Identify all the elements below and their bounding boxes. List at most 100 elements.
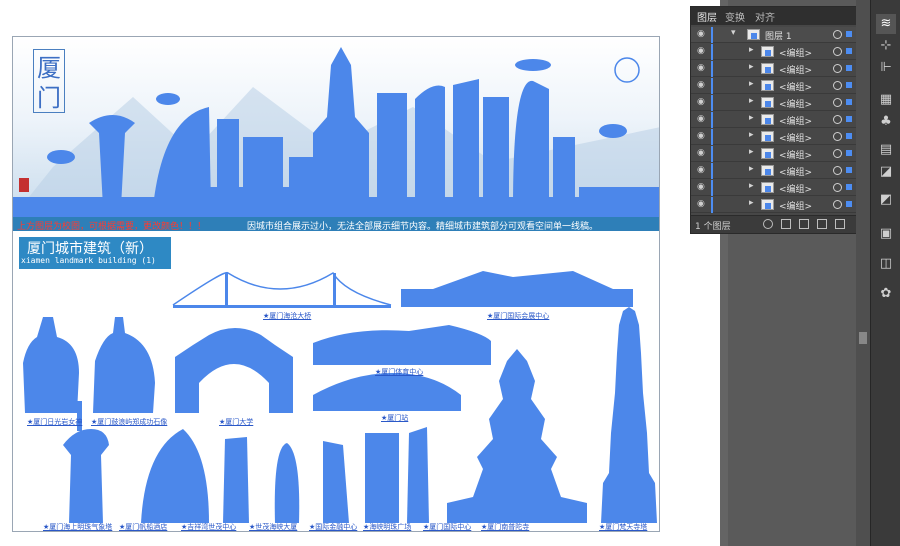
layer-row[interactable]: ◉ ▸ <编组>: [691, 197, 857, 213]
expand-arrow-icon[interactable]: ▸: [749, 45, 754, 55]
label-sunlight-rock: ★厦门日光岩女神: [27, 418, 83, 426]
pathfinder-icon[interactable]: ◪: [876, 162, 896, 182]
expand-arrow-icon[interactable]: ▸: [749, 62, 754, 72]
expand-arrow-icon[interactable]: ▸: [749, 147, 754, 157]
visibility-eye-icon[interactable]: ◉: [697, 182, 705, 192]
tab-transform[interactable]: 变换: [725, 9, 745, 24]
label-xiamen-station: ★厦门站: [381, 414, 409, 422]
zheng-chenggong-drawing: [93, 317, 155, 413]
layer-name[interactable]: <编组>: [779, 199, 812, 212]
appearance-icon[interactable]: ◫: [876, 254, 896, 274]
selection-square-icon[interactable]: [846, 116, 852, 122]
sports-center-drawing: [313, 325, 491, 365]
visibility-eye-icon[interactable]: ◉: [697, 199, 705, 209]
tab-layers[interactable]: 图层: [697, 9, 717, 24]
landmark-drawings[interactable]: [13, 233, 660, 532]
selection-square-icon[interactable]: [846, 150, 852, 156]
expand-arrow-icon[interactable]: ▸: [749, 79, 754, 89]
target-circle-icon[interactable]: [833, 98, 842, 107]
selection-square-icon[interactable]: [846, 167, 852, 173]
stroke-icon[interactable]: ◩: [876, 190, 896, 210]
expand-arrow-icon[interactable]: ▸: [749, 113, 754, 123]
layer-row[interactable]: ◉ ▸ <编组>: [691, 180, 857, 196]
target-circle-icon[interactable]: [833, 30, 842, 39]
target-circle-icon[interactable]: [833, 166, 842, 175]
layer-name[interactable]: 图层 1: [765, 29, 792, 42]
selection-square-icon[interactable]: [846, 99, 852, 105]
transform-icon[interactable]: ⊹: [876, 36, 896, 56]
visibility-eye-icon[interactable]: ◉: [697, 63, 705, 73]
layer-name[interactable]: <编组>: [779, 114, 812, 127]
selection-square-icon[interactable]: [846, 201, 852, 207]
new-sublayer-icon[interactable]: [799, 219, 809, 229]
gradient-icon[interactable]: ▣: [876, 224, 896, 244]
target-circle-icon[interactable]: [833, 149, 842, 158]
visibility-eye-icon[interactable]: ◉: [697, 80, 705, 90]
layer-row[interactable]: ◉ ▸ <编组>: [691, 112, 857, 128]
target-circle-icon[interactable]: [833, 183, 842, 192]
visibility-eye-icon[interactable]: ◉: [697, 29, 705, 39]
layer-name[interactable]: <编组>: [779, 97, 812, 110]
vertical-scrollbar[interactable]: [856, 0, 870, 546]
artboard[interactable]: 厦门 上方图层为校图，可根据需要，更改颜色！！！ 因城市组合展示过小，无法全部展…: [12, 36, 660, 532]
expand-arrow-icon[interactable]: ▸: [749, 181, 754, 191]
label-pearl-plaza: ★海峡明珠广场: [363, 523, 412, 531]
target-circle-icon[interactable]: [833, 200, 842, 209]
layer-name[interactable]: <编组>: [779, 80, 812, 93]
trash-icon[interactable]: [835, 219, 845, 229]
label-xiamen-university: ★厦门大学: [219, 418, 254, 426]
target-circle-icon[interactable]: [833, 115, 842, 124]
locate-object-icon[interactable]: [763, 219, 773, 229]
layer-row[interactable]: ◉ ▸ <编组>: [691, 44, 857, 60]
target-circle-icon[interactable]: [833, 47, 842, 56]
palette-icon[interactable]: ✿: [876, 284, 896, 304]
layer-name[interactable]: <编组>: [779, 46, 812, 59]
selection-square-icon[interactable]: [846, 133, 852, 139]
layers-panel[interactable]: 图层 变换 对齐 » ◉ ▾ 图层 1 ◉ ▸ <编组> ◉ ▸ <编组> ◉ ▸ <编组>…: [690, 6, 868, 234]
layer-row[interactable]: ◉ ▸ <编组>: [691, 78, 857, 94]
layer-name[interactable]: <编组>: [779, 182, 812, 195]
target-circle-icon[interactable]: [833, 132, 842, 141]
selection-square-icon[interactable]: [846, 31, 852, 37]
selection-square-icon[interactable]: [846, 65, 852, 71]
expand-arrow-icon[interactable]: ▸: [749, 130, 754, 140]
visibility-eye-icon[interactable]: ◉: [697, 46, 705, 56]
layer-name[interactable]: <编组>: [779, 165, 812, 178]
layer-row[interactable]: ◉ ▸ <编组>: [691, 129, 857, 145]
visibility-eye-icon[interactable]: ◉: [697, 97, 705, 107]
layer-name[interactable]: <编组>: [779, 131, 812, 144]
layer-name[interactable]: <编组>: [779, 63, 812, 76]
artboard-icon[interactable]: ▤: [876, 140, 896, 160]
layer-row[interactable]: ◉ ▸ <编组>: [691, 163, 857, 179]
expand-arrow-icon[interactable]: ▸: [749, 198, 754, 208]
layer-thumbnail: [761, 80, 774, 91]
symbol-icon[interactable]: ♣: [876, 112, 896, 132]
layer-row[interactable]: ◉ ▸ <编组>: [691, 95, 857, 111]
layer-row[interactable]: ◉ ▸ <编组>: [691, 146, 857, 162]
align-icon[interactable]: ⊩: [876, 58, 896, 78]
layer-row[interactable]: ◉ ▸ <编组>: [691, 61, 857, 77]
grid-icon[interactable]: ▦: [876, 90, 896, 110]
layers-panel-footer: 1 个图层: [691, 215, 867, 233]
layer-thumbnail: [761, 131, 774, 142]
visibility-eye-icon[interactable]: ◉: [697, 148, 705, 158]
visibility-eye-icon[interactable]: ◉: [697, 114, 705, 124]
collapse-arrow-icon[interactable]: ▾: [731, 28, 736, 38]
selection-square-icon[interactable]: [846, 48, 852, 54]
target-circle-icon[interactable]: [833, 64, 842, 73]
layer-row-top[interactable]: ◉ ▾ 图层 1: [691, 27, 857, 43]
selection-square-icon[interactable]: [846, 82, 852, 88]
expand-arrow-icon[interactable]: ▸: [749, 96, 754, 106]
tab-align[interactable]: 对齐: [755, 9, 775, 24]
target-circle-icon[interactable]: [833, 81, 842, 90]
visibility-eye-icon[interactable]: ◉: [697, 165, 705, 175]
skyline-illustration[interactable]: [13, 37, 660, 217]
selection-square-icon[interactable]: [846, 184, 852, 190]
new-layer-icon[interactable]: [817, 219, 827, 229]
make-clipping-mask-icon[interactable]: [781, 219, 791, 229]
layers-icon[interactable]: ≋: [876, 14, 896, 34]
label-sports-center: ★厦门体育中心: [375, 368, 424, 376]
visibility-eye-icon[interactable]: ◉: [697, 131, 705, 141]
expand-arrow-icon[interactable]: ▸: [749, 164, 754, 174]
layer-name[interactable]: <编组>: [779, 148, 812, 161]
